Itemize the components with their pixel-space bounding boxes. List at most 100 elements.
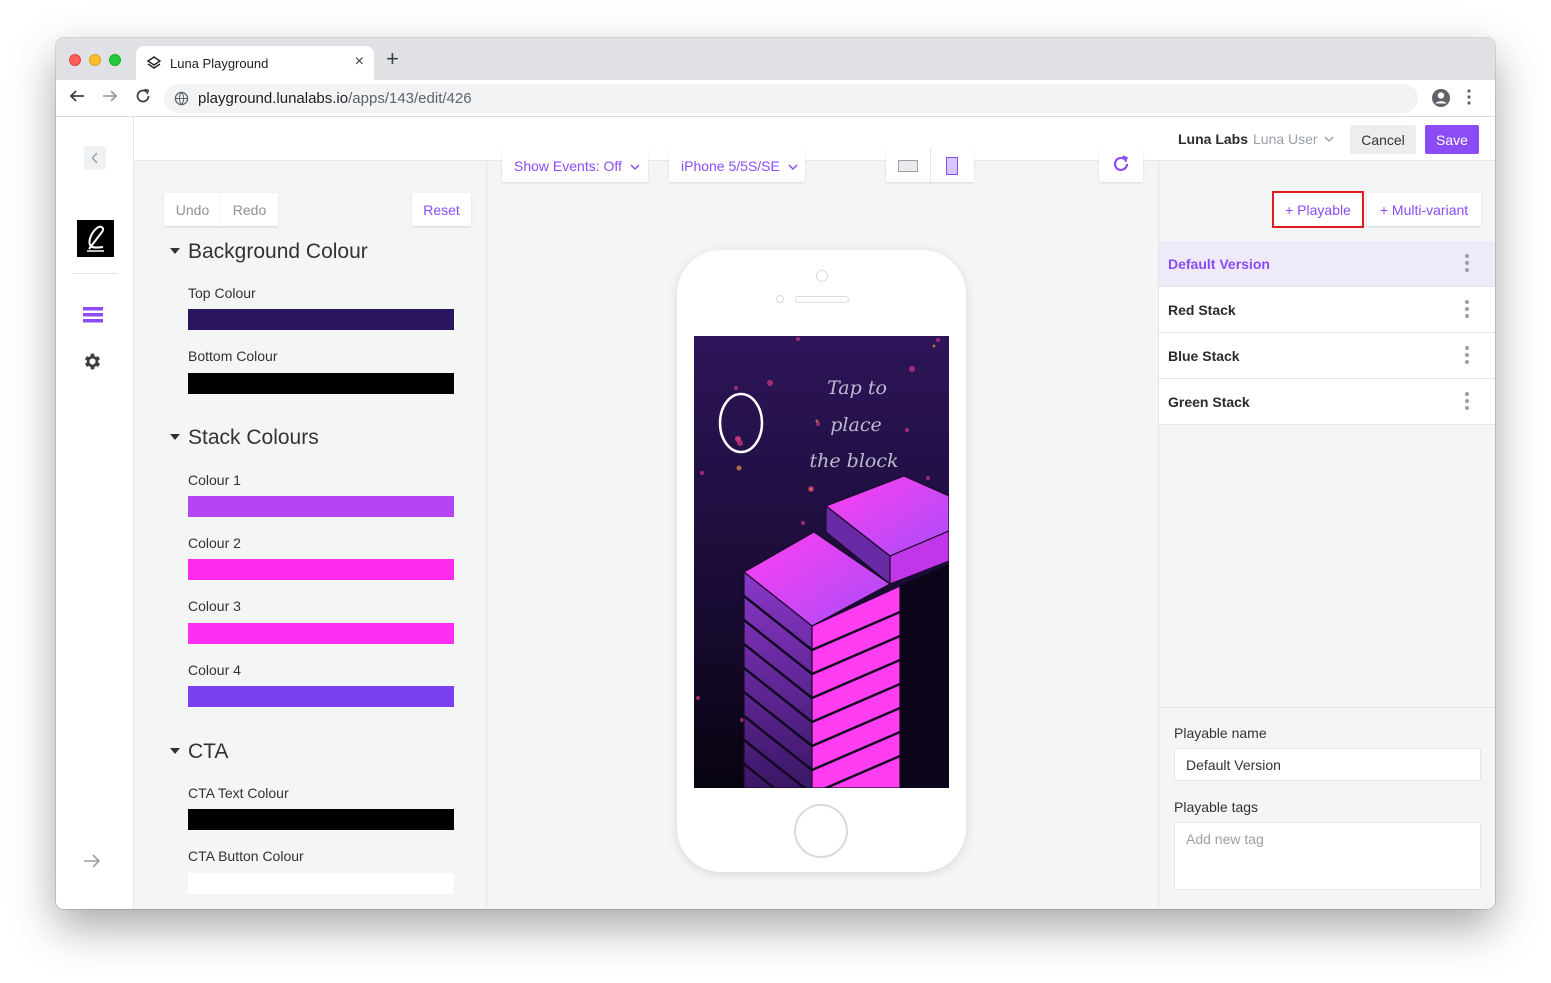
collapse-button[interactable] — [84, 146, 106, 170]
list-icon[interactable] — [83, 307, 103, 323]
version-row-green-stack[interactable]: Green Stack — [1159, 379, 1495, 425]
arrow-left-icon[interactable] — [68, 87, 86, 105]
user-menu[interactable]: Luna User — [1253, 131, 1318, 147]
browser-toolbar: playground.lunalabs.io/apps/143/edit/426 — [56, 80, 1495, 117]
field-label: CTA Button Colour — [188, 848, 304, 864]
add-multivariant-button[interactable]: + Multi-variant — [1367, 193, 1481, 226]
hint-line-3: the block — [810, 450, 899, 472]
version-row-blue-stack[interactable]: Blue Stack — [1159, 333, 1495, 379]
more-options-icon[interactable] — [1465, 346, 1469, 366]
left-nav — [56, 117, 134, 909]
version-row-red-stack[interactable]: Red Stack — [1159, 287, 1495, 333]
settings-panel: Undo Redo Reset Background Colour Top Co… — [134, 161, 486, 909]
save-button[interactable]: Save — [1425, 125, 1479, 154]
kebab-menu-icon[interactable] — [1466, 88, 1472, 106]
field-label: Top Colour — [188, 285, 256, 301]
undo-button[interactable]: Undo — [164, 193, 221, 226]
gear-icon[interactable] — [82, 351, 103, 372]
colour-swatch-bottom[interactable] — [188, 373, 454, 394]
caret-down-icon — [170, 434, 180, 440]
section-title: Stack Colours — [188, 426, 319, 449]
colour-swatch-cta-text[interactable] — [188, 809, 454, 830]
close-window-button[interactable] — [69, 54, 81, 66]
field-label: Colour 3 — [188, 598, 241, 614]
colour-swatch-top[interactable] — [188, 309, 454, 330]
organization-name: Luna Labs — [1178, 131, 1249, 147]
url-path: /apps/143/edit/426 — [348, 90, 472, 107]
chevron-down-icon — [788, 163, 798, 170]
arrow-right-icon[interactable] — [101, 87, 119, 105]
playable-name-input[interactable] — [1174, 748, 1481, 781]
caret-down-icon — [170, 248, 180, 254]
chevron-down-icon — [630, 163, 640, 170]
phone-camera — [816, 270, 828, 282]
url-text: playground.lunalabs.io/apps/143/edit/426 — [198, 90, 472, 107]
colour-swatch-cta-button[interactable] — [188, 873, 454, 894]
reload-preview-button[interactable] — [1099, 149, 1143, 182]
minimize-window-button[interactable] — [89, 54, 101, 66]
tab-close-icon[interactable]: × — [355, 53, 364, 71]
section-title: Background Colour — [188, 240, 368, 263]
colour-swatch-3[interactable] — [188, 623, 454, 644]
version-name: Default Version — [1168, 256, 1270, 272]
app-logo[interactable] — [77, 220, 114, 257]
colour-swatch-2[interactable] — [188, 559, 454, 580]
phone-sensor — [776, 295, 784, 303]
field-label: Colour 1 — [188, 472, 241, 488]
field-label: Colour 4 — [188, 662, 241, 678]
reload-icon — [1113, 155, 1129, 171]
hint-line-2: place — [830, 414, 881, 436]
section-stack-colours[interactable]: Stack Colours — [170, 426, 319, 450]
nav-divider — [72, 273, 118, 274]
browser-tab[interactable]: Luna Playground × — [136, 46, 374, 80]
playable-tags-input[interactable]: Add new tag — [1174, 822, 1481, 890]
globe-icon[interactable] — [174, 91, 189, 106]
tab-strip: Luna Playground × + — [56, 38, 1495, 80]
device-label: iPhone 5/5S/SE — [681, 157, 780, 174]
hint-line-1: Tap to — [827, 377, 887, 399]
phone-home-button — [794, 804, 848, 858]
portrait-icon[interactable] — [946, 157, 958, 175]
version-name: Blue Stack — [1168, 348, 1240, 364]
new-tab-button[interactable]: + — [386, 48, 399, 70]
show-events-label: Show Events: Off — [514, 157, 622, 174]
phone-speaker — [795, 296, 849, 303]
more-options-icon[interactable] — [1465, 254, 1469, 274]
colour-swatch-4[interactable] — [188, 686, 454, 707]
game-preview-canvas[interactable]: Tap to place the block — [694, 336, 949, 788]
colour-swatch-1[interactable] — [188, 496, 454, 517]
show-events-dropdown[interactable]: Show Events: Off — [502, 149, 648, 182]
orientation-toggle — [886, 149, 974, 182]
game-preview-illustration: Tap to place the block — [694, 336, 949, 788]
arrow-right-icon[interactable] — [83, 853, 101, 869]
app-root: Luna Labs Luna User Cancel Save Undo Red… — [56, 117, 1495, 909]
address-bar[interactable]: playground.lunalabs.io/apps/143/edit/426 — [164, 84, 1418, 113]
phone-frame: Tap to place the block — [677, 250, 966, 872]
chevron-down-icon[interactable] — [1324, 135, 1334, 143]
zoom-window-button[interactable] — [109, 54, 121, 66]
more-options-icon[interactable] — [1465, 300, 1469, 320]
device-dropdown[interactable]: iPhone 5/5S/SE — [669, 149, 805, 182]
versions-list: Default Version Red Stack Blue Stack Gre… — [1159, 241, 1495, 425]
account-circle-icon[interactable] — [1431, 88, 1451, 108]
tab-title: Luna Playground — [170, 56, 269, 71]
version-row-default[interactable]: Default Version — [1159, 241, 1495, 287]
chevron-left-icon — [91, 152, 98, 164]
reset-button[interactable]: Reset — [412, 193, 471, 226]
column-divider — [486, 161, 487, 909]
redo-button[interactable]: Redo — [221, 193, 278, 226]
toggle-divider — [930, 149, 931, 182]
add-playable-button[interactable]: + Playable — [1272, 191, 1364, 228]
section-cta[interactable]: CTA — [170, 740, 228, 764]
section-title: CTA — [188, 740, 229, 763]
playable-name-label: Playable name — [1174, 725, 1267, 741]
landscape-icon[interactable] — [898, 160, 918, 172]
playable-tags-label: Playable tags — [1174, 799, 1259, 815]
more-options-icon[interactable] — [1465, 392, 1469, 412]
section-background-colour[interactable]: Background Colour — [170, 240, 368, 264]
app-topbar: Luna Labs Luna User Cancel Save — [134, 117, 1495, 161]
cancel-button[interactable]: Cancel — [1350, 125, 1416, 154]
app-logo-icon — [87, 225, 105, 252]
reload-icon[interactable] — [134, 87, 152, 105]
playable-properties: Playable name Playable tags Add new tag — [1159, 707, 1495, 909]
